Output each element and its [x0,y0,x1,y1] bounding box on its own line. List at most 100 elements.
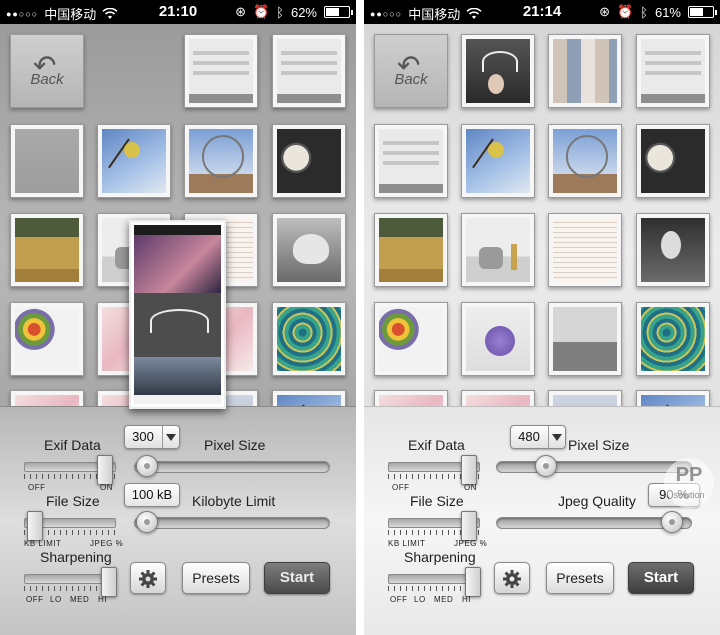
photo-thumbnail[interactable] [636,390,710,406]
chevron-down-icon [552,434,562,441]
presets-button[interactable]: Presets [546,562,614,594]
pixel-size-slider-knob[interactable] [534,455,557,477]
bluetooth-icon: ᛒ [276,4,284,20]
file-size-switch-thumb[interactable] [27,511,44,541]
photo-thumbnail[interactable] [548,34,622,108]
sharpening-switch-thumb[interactable] [100,567,117,597]
file-size-label: File Size [46,493,100,509]
battery-percent: 61% [654,4,681,20]
sharpening-hi-label: HI [462,595,471,604]
photo-thumbnail[interactable] [636,34,710,108]
jpeg-quality-slider-knob[interactable] [660,511,683,533]
gear-icon [503,570,521,588]
photo-thumbnail[interactable] [184,34,258,108]
chevron-down-icon [166,434,176,441]
control-panel: Exif Data OFF ON 300 Pixel Size File Siz… [0,406,356,635]
photo-thumbnail[interactable] [374,302,448,376]
photo-thumbnail[interactable] [548,213,622,287]
photo-thumbnail[interactable] [272,390,346,406]
photo-thumbnail[interactable] [461,302,535,376]
screenshot-divider [356,0,364,635]
sharpening-switch[interactable] [388,567,481,597]
selected-photo-preview[interactable] [129,220,226,409]
sharpening-med-label: MED [434,595,454,604]
settings-button[interactable] [130,562,166,594]
settings-button[interactable] [494,562,530,594]
exif-data-label: Exif Data [408,437,465,453]
photo-thumbnail[interactable] [461,34,535,108]
photo-thumbnail[interactable] [10,213,84,287]
sharpening-label: Sharpening [40,549,112,565]
back-button[interactable]: ↶ Back [10,34,84,108]
photo-thumbnail[interactable] [461,213,535,287]
battery-icon [688,6,717,18]
exif-switch-thumb[interactable] [96,455,113,485]
battery-percent: 62% [290,4,317,20]
kilobyte-limit-slider[interactable] [134,511,330,533]
back-label: Back [30,71,64,88]
photo-thumbnail[interactable] [374,124,448,198]
file-size-switch-thumb[interactable] [460,511,477,541]
exif-switch-thumb[interactable] [460,455,477,485]
photo-thumbnail[interactable] [548,124,622,198]
status-bar: ●●○○○ 中国移动 21:14 ⊛ ⏰ ᛒ 61% [364,0,720,24]
pixel-size-slider[interactable] [134,455,330,477]
photo-thumbnail[interactable] [272,34,346,108]
photo-thumbnail[interactable] [461,390,535,406]
photo-thumbnail[interactable] [272,302,346,376]
photo-thumbnail[interactable] [548,302,622,376]
exif-data-switch[interactable] [24,455,116,485]
photo-thumbnail[interactable] [636,124,710,198]
presets-button[interactable]: Presets [182,562,250,594]
start-button[interactable]: Start [264,562,330,594]
orientation-lock-icon: ⊛ [599,4,610,19]
exif-off-label: OFF [392,483,410,492]
photo-thumbnail[interactable] [374,390,448,406]
jpeg-quality-slider[interactable] [496,511,692,533]
bluetooth-icon: ᛒ [640,4,648,20]
file-size-label: File Size [410,493,464,509]
pixel-size-slider[interactable] [496,455,692,477]
orientation-lock-icon: ⊛ [235,4,246,19]
photo-thumbnail[interactable] [272,124,346,198]
battery-icon [324,6,353,18]
photo-thumbnail[interactable] [10,390,84,406]
pixel-size-label: Pixel Size [204,437,266,453]
watermark-sub-text: solution [673,490,705,500]
photo-thumbnail[interactable] [10,124,84,198]
pixel-size-slider-knob[interactable] [135,455,158,477]
photo-thumbnail[interactable] [548,390,622,406]
exif-data-switch[interactable] [388,455,480,485]
file-size-switch[interactable] [24,511,116,541]
control-panel: Exif Data OFF ON 480 Pixel Size File Siz… [364,406,720,635]
pixel-size-dropdown[interactable]: 300 [124,425,180,449]
watermark-logo: PP solution [664,458,714,508]
pixel-size-dropdown[interactable]: 480 [510,425,566,449]
left-screenshot: ●●○○○ 中国移动 21:10 ⊛ ⏰ ᛒ 62% ↶ Back Exif D… [0,0,356,635]
alarm-icon: ⏰ [252,4,270,19]
sharpening-switch-thumb[interactable] [464,567,481,597]
kilobyte-limit-label: Kilobyte Limit [192,493,276,509]
photo-thumbnail[interactable] [374,213,448,287]
photo-thumbnail[interactable] [461,124,535,198]
gear-icon [139,570,157,588]
kilobyte-limit-field[interactable]: 100 kB [124,483,180,507]
photo-thumbnail[interactable] [636,213,710,287]
sharpening-switch[interactable] [24,567,117,597]
sharpening-lo-label: LO [414,595,426,604]
file-size-switch[interactable] [388,511,480,541]
photo-gallery: ↶ Back [364,24,720,406]
photo-thumbnail[interactable] [272,213,346,287]
photo-thumbnail[interactable] [97,124,171,198]
alarm-icon: ⏰ [616,4,634,19]
back-button[interactable]: ↶ Back [374,34,448,108]
kb-limit-label: KB LIMIT [24,539,62,548]
photo-thumbnail[interactable] [636,302,710,376]
photo-thumbnail[interactable] [10,302,84,376]
jpeg-quality-label: Jpeg Quality [558,493,636,509]
kilobyte-limit-slider-knob[interactable] [135,511,158,533]
kb-limit-label: KB LIMIT [388,539,426,548]
photo-thumbnail[interactable] [184,124,258,198]
back-label: Back [394,71,428,88]
start-button[interactable]: Start [628,562,694,594]
